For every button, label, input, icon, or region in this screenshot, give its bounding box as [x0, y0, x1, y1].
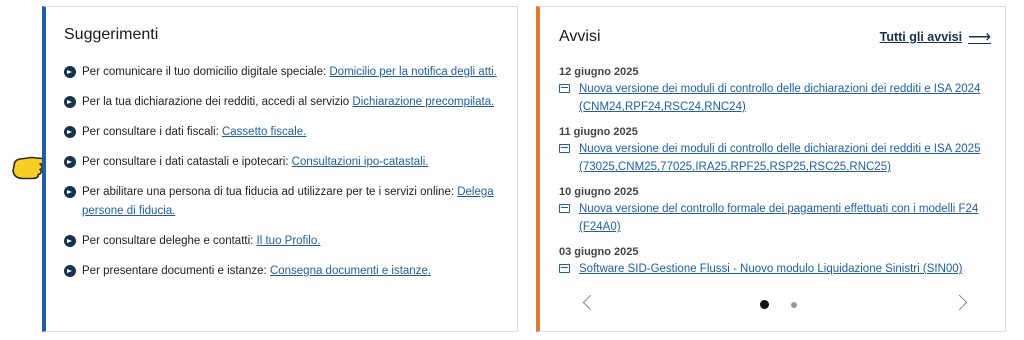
list-item: Per consultare deleghe e contatti: Il tu…	[64, 232, 504, 251]
suggestion-text: Per consultare i dati fiscali:	[82, 126, 222, 138]
suggestions-card: Suggerimenti Per comunicare il tuo domic…	[42, 6, 518, 332]
notice-link[interactable]: Software SID-Gestione Flussi - Nuovo mod…	[579, 263, 963, 275]
list-item: Per comunicare il tuo domicilio digitale…	[64, 63, 504, 82]
arrow-right-icon: ⟶	[968, 29, 991, 46]
arrow-circle-icon	[64, 66, 76, 78]
document-icon	[559, 264, 570, 273]
list-item: 12 giugno 2025 Nuova versione dei moduli…	[559, 64, 989, 116]
document-icon	[559, 84, 570, 93]
notice-date: 10 giugno 2025	[559, 186, 639, 198]
arrow-circle-icon	[64, 186, 76, 198]
carousel-dot[interactable]	[791, 302, 797, 308]
notice-date: 11 giugno 2025	[559, 126, 638, 138]
suggestion-text: Per la tua dichiarazione dei redditi, ac…	[82, 96, 353, 108]
suggestions-list: Per comunicare il tuo domicilio digitale…	[64, 63, 504, 292]
suggestion-text: Per presentare documenti e istanze:	[82, 265, 270, 277]
notices-list: 12 giugno 2025 Nuova versione dei moduli…	[559, 64, 989, 286]
all-notices-link[interactable]: Tutti gli avvisi ⟶	[880, 27, 991, 47]
notice-link[interactable]: Nuova versione dei moduli di controllo d…	[579, 83, 980, 113]
document-icon	[559, 204, 570, 213]
link-dichiarazione-precompilata[interactable]: Dichiarazione precompilata.	[352, 96, 494, 108]
arrow-circle-icon	[64, 126, 76, 138]
document-icon	[559, 144, 570, 153]
notice-date: 12 giugno 2025	[559, 66, 639, 78]
list-item: Per presentare documenti e istanze: Cons…	[64, 262, 504, 281]
list-item: Per consultare i dati catastali e ipotec…	[64, 153, 504, 172]
suggestions-title: Suggerimenti	[64, 26, 159, 43]
list-item: 11 giugno 2025 Nuova versione dei moduli…	[559, 124, 989, 176]
arrow-circle-icon	[64, 265, 76, 277]
list-item: 10 giugno 2025 Nuova versione del contro…	[559, 184, 989, 236]
link-il-tuo-profilo[interactable]: Il tuo Profilo.	[257, 235, 321, 247]
notice-link[interactable]: Nuova versione del controllo formale dei…	[579, 203, 978, 233]
chevron-left-icon[interactable]	[582, 294, 599, 311]
list-item: Per abilitare una persona di tua fiducia…	[64, 183, 504, 221]
link-consegna-documenti[interactable]: Consegna documenti e istanze.	[270, 265, 431, 277]
list-item: 03 giugno 2025 Software SID-Gestione Flu…	[559, 244, 989, 278]
chevron-right-icon[interactable]	[951, 294, 968, 311]
link-cassetto-fiscale[interactable]: Cassetto fiscale.	[222, 126, 306, 138]
suggestion-text: Per consultare i dati catastali e ipotec…	[82, 156, 292, 168]
notices-card: Avvisi Tutti gli avvisi ⟶ 12 giugno 2025…	[536, 6, 1006, 332]
carousel-controls	[540, 294, 1005, 317]
suggestion-text: Per abilitare una persona di tua fiducia…	[82, 186, 458, 198]
notice-link[interactable]: Nuova versione dei moduli di controllo d…	[579, 143, 980, 173]
carousel-dot-active[interactable]	[760, 300, 769, 309]
arrow-circle-icon	[64, 96, 76, 108]
notice-date: 03 giugno 2025	[559, 246, 639, 258]
list-item: Per la tua dichiarazione dei redditi, ac…	[64, 93, 504, 112]
suggestion-text: Per comunicare il tuo domicilio digitale…	[82, 66, 330, 78]
suggestion-text: Per consultare deleghe e contatti:	[82, 235, 257, 247]
link-consultazioni-ipocatastali[interactable]: Consultazioni ipo-catastali.	[292, 156, 429, 168]
arrow-circle-icon	[64, 156, 76, 168]
link-domicilio-notifica[interactable]: Domicilio per la notifica degli atti.	[329, 66, 496, 78]
notices-title: Avvisi	[559, 28, 601, 45]
all-notices-label: Tutti gli avvisi	[879, 30, 963, 44]
arrow-circle-icon	[64, 235, 76, 247]
list-item: Per consultare i dati fiscali: Cassetto …	[64, 123, 504, 142]
